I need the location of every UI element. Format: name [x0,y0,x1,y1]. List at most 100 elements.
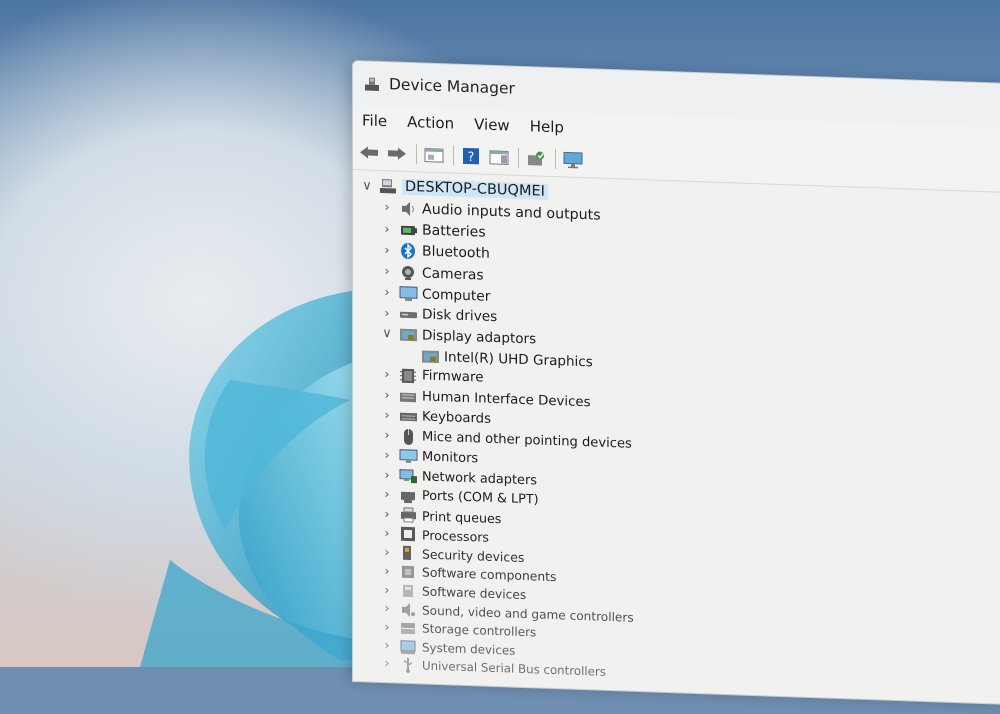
tree-item-label: Disk drives [422,306,498,326]
tree-item-icon [378,177,398,196]
expand-chevron-down-icon[interactable]: ∨ [359,178,375,194]
show-hide-button[interactable] [488,147,510,168]
expand-chevron-right-icon[interactable]: › [379,583,395,599]
firmware-icon [399,368,416,384]
tree-item-label: Computer [422,285,491,305]
camera-icon [401,265,414,280]
tree-item-label: Cameras [422,264,484,284]
tree-item-label: Bluetooth [422,243,490,263]
tree-item-icon [398,582,418,601]
expand-chevron-right-icon[interactable]: › [379,408,395,424]
expand-chevron-right-icon[interactable]: › [379,222,395,238]
usb-icon [403,657,412,673]
computer-icon [399,285,417,301]
back-button[interactable] [358,142,380,163]
expand-chevron-right-icon[interactable]: › [379,468,395,484]
menu-help[interactable]: Help [530,117,564,136]
graphics-card-icon [421,349,439,363]
tree-item-icon [398,600,418,619]
update-driver-icon [528,151,544,166]
expand-chevron-right-icon[interactable]: › [379,200,395,216]
tree-item-icon [398,447,418,466]
expand-chevron-right-icon[interactable]: › [379,656,395,672]
help-icon: ? [463,147,479,165]
tree-item-icon [398,563,418,582]
system-icon [400,639,415,654]
disk-drive-icon [399,311,417,319]
menu-view[interactable]: View [474,115,510,134]
network-icon [399,469,417,484]
tree-item-icon [398,544,418,563]
tree-item-icon [398,263,418,282]
menu-file[interactable]: File [362,111,387,130]
tree-item-icon [398,367,418,386]
tree-item-label: Software components [422,565,557,585]
expand-chevron-right-icon[interactable]: › [379,545,395,561]
toolbar-separator [416,144,417,165]
tree-item-icon [398,467,418,486]
tree-item-label: Batteries [422,222,486,241]
tree-item-icon [398,284,418,303]
properties-icon [424,148,444,163]
expand-chevron-right-icon[interactable]: › [379,388,395,404]
device-manager-app-icon [365,77,379,91]
tree-item-icon [398,407,418,426]
tree-item-label: Security devices [422,546,525,565]
monitor-icon [563,151,583,169]
bluetooth-icon [400,243,415,260]
tree-item-label: System devices [422,640,516,658]
tree-item-label: Network adapters [422,469,537,489]
expand-chevron-right-icon[interactable]: › [379,638,395,654]
expand-chevron-right-icon[interactable]: › [379,601,395,617]
tree-item-icon [398,387,418,406]
back-arrow-icon [360,146,378,159]
toolbar-separator [453,145,454,166]
expand-chevron-right-icon[interactable]: › [379,367,395,383]
menu-action[interactable]: Action [407,113,454,133]
tree-item-icon [398,486,418,505]
expand-chevron-right-icon[interactable]: › [379,264,395,280]
software-device-icon [402,584,413,598]
properties-button[interactable] [423,144,445,165]
computer-root-icon [379,179,396,194]
tree-item-label: Software devices [422,584,527,603]
forward-button[interactable] [386,143,408,164]
update-driver-button[interactable] [525,148,547,169]
svg-text:?: ? [468,150,475,165]
software-component-icon [401,566,414,579]
tree-item-icon [398,655,418,674]
expand-chevron-right-icon[interactable]: › [379,487,395,503]
printer-icon [400,507,416,523]
tree-item-icon [398,525,418,544]
tree-item-icon [398,199,418,218]
scan-hardware-button[interactable] [562,149,584,170]
toolbar-separator [518,147,519,168]
security-icon [402,546,411,561]
expand-chevron-right-icon[interactable]: › [379,526,395,542]
expand-chevron-right-icon[interactable]: › [379,448,395,464]
expand-chevron-right-icon[interactable]: › [379,564,395,580]
tree-item-label: Processors [422,527,489,545]
expand-chevron-right-icon[interactable]: › [379,306,395,322]
tree-item-label: Universal Serial Bus controllers [422,658,606,679]
tree-item-label: DESKTOP-CBUQMEI [402,178,548,200]
sound-icon [401,602,415,617]
expand-chevron-right-icon[interactable]: › [379,620,395,636]
window-title: Device Manager [389,75,515,98]
expand-chevron-right-icon[interactable]: › [379,428,395,444]
tree-item-label: Keyboards [422,409,491,427]
tree-item-label: Intel(R) UHD Graphics [444,348,593,370]
speaker-icon [401,201,414,216]
battery-icon [400,225,417,236]
tree-item-icon [398,305,418,324]
tree-item-label: Monitors [422,449,479,467]
expand-chevron-right-icon[interactable]: › [379,507,395,523]
help-button[interactable]: ? [460,146,482,167]
tree-item-label: Ports (COM & LPT) [422,488,539,508]
expand-chevron-down-icon[interactable]: ∨ [379,326,395,342]
tree-item-label: Firmware [422,368,484,387]
expand-chevron-right-icon[interactable]: › [379,243,395,259]
expand-chevron-right-icon[interactable]: › [379,285,395,301]
toolbar-separator [555,149,556,170]
display-adapter-icon [399,328,417,342]
